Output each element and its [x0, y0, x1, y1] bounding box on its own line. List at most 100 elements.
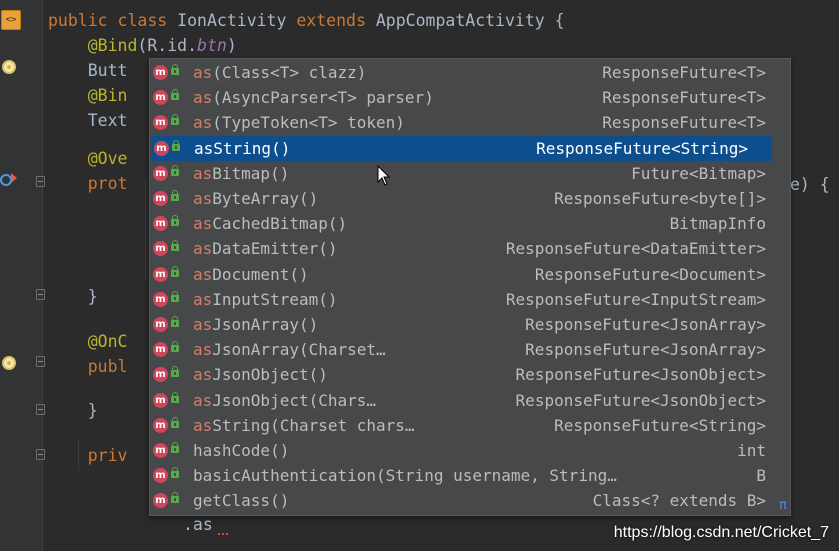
public-lock-icon	[171, 316, 179, 327]
code-line[interactable]: }	[48, 398, 98, 423]
method-icon: m	[153, 317, 168, 332]
bind-marker-icon[interactable]	[2, 60, 16, 74]
completion-item-signature: JsonObject(Chars…	[212, 390, 377, 410]
code-line[interactable]: }	[48, 284, 98, 309]
code-token: Text	[48, 111, 128, 130]
completion-item-signature: hashCode()	[193, 441, 290, 460]
completion-item[interactable]: m asDocument() ResponseFuture<Document>	[150, 262, 790, 287]
code-line[interactable]: Butt	[48, 58, 128, 83]
match-highlight: as	[193, 63, 213, 82]
completion-item[interactable]: m asByteArray() ResponseFuture<byte[]>	[150, 186, 790, 211]
completion-item[interactable]: m as(TypeToken<T> token) ResponseFuture<T>	[150, 110, 790, 135]
completion-item-signature: JsonObject()	[212, 365, 328, 385]
completion-item-return-type: Future<Bitmap>	[631, 163, 766, 183]
code-line[interactable]: Text	[48, 108, 128, 133]
completion-item[interactable]: m asBitmap() Future<Bitmap>	[150, 161, 790, 186]
completion-item-signature: String()	[213, 138, 291, 158]
indent-guide	[145, 180, 146, 280]
code-token: IonActivity	[177, 11, 297, 30]
code-line[interactable]: prot	[48, 171, 128, 196]
match-highlight: as	[193, 415, 213, 435]
public-lock-icon	[171, 366, 179, 378]
completion-item[interactable]: m asString(Charset chars… ResponseFuture<S…	[150, 413, 790, 438]
code-token: }	[48, 401, 98, 420]
completion-item-return-type: ResponseFuture<JsonObject>	[515, 365, 766, 385]
completion-item-name: asJsonArray()	[193, 312, 318, 337]
fold-toggle-icon[interactable]	[36, 289, 45, 300]
match-highlight: as	[193, 365, 213, 385]
code-token: @Bin	[48, 86, 128, 105]
code-fragment-right: e) {	[790, 175, 830, 194]
completion-item[interactable]: m asInputStream() ResponseFuture<InputStre…	[150, 287, 790, 312]
completion-item-return-type: B	[756, 466, 766, 486]
public-lock-icon	[171, 265, 179, 277]
code-line[interactable]: @OnC	[48, 329, 128, 354]
match-highlight: as	[194, 138, 214, 158]
completion-item-return-type: ResponseFuture<T>	[602, 88, 766, 108]
fold-toggle-icon[interactable]	[36, 176, 45, 187]
code-token: (R.id.	[137, 36, 198, 55]
code-line[interactable]: @Bin	[48, 83, 128, 108]
completion-item-return-type: Class<? extends B>	[592, 491, 766, 511]
completion-item-return-type: int	[737, 441, 766, 460]
method-icon: m	[153, 115, 168, 131]
method-icon: m	[153, 443, 168, 458]
public-lock-icon	[171, 215, 179, 227]
completion-item[interactable]: m asJsonObject() ResponseFuture<JsonObject…	[150, 362, 790, 387]
completion-item-return-type: ResponseFuture<DataEmitter>	[505, 239, 766, 259]
completion-item[interactable]: m as(Class<T> clazz) ResponseFuture<T>	[150, 60, 790, 85]
code-line[interactable]: public class IonActivity extends AppComp…	[48, 8, 565, 33]
completion-item-name: asString(Charset chars…	[193, 413, 415, 438]
public-lock-icon	[171, 416, 179, 428]
completion-item-name: as(Class<T> clazz)	[193, 60, 366, 85]
code-line[interactable]: publ	[48, 354, 128, 379]
method-icon: m	[153, 191, 168, 206]
completion-item-name: getClass()	[193, 488, 289, 513]
code-token: btn	[197, 36, 227, 55]
completion-item[interactable]: m asDataEmitter() ResponseFuture<DataEmitt…	[150, 236, 790, 261]
public-lock-icon	[171, 190, 179, 201]
match-highlight: as	[193, 88, 213, 108]
method-icon: m	[153, 266, 168, 282]
completion-item[interactable]: m asString() ResponseFuture<String>	[151, 135, 772, 161]
completion-item-signature: CachedBitmap()	[212, 214, 348, 234]
completion-popup[interactable]: π m as(Class<T> clazz) ResponseFuture<T> m a…	[149, 58, 791, 516]
public-lock-icon	[171, 467, 179, 479]
completion-item[interactable]: m asCachedBitmap() BitmapInfo	[150, 211, 790, 236]
fold-toggle-icon[interactable]	[36, 404, 45, 415]
completion-item[interactable]: m asJsonObject(Chars… ResponseFuture<JsonO…	[150, 388, 790, 413]
match-highlight: as	[193, 113, 213, 133]
completion-item-return-type: ResponseFuture<T>	[602, 63, 766, 82]
completion-item[interactable]: m hashCode() int	[150, 438, 790, 463]
fold-toggle-icon[interactable]	[36, 449, 45, 460]
watermark: https://blog.csdn.net/Cricket_7	[613, 524, 829, 541]
code-token: priv	[48, 446, 128, 465]
match-highlight: as	[193, 239, 213, 259]
completion-item-signature: JsonArray(Charset…	[212, 340, 386, 360]
completion-item-name: asJsonObject(Chars…	[193, 388, 376, 413]
completion-item[interactable]: m asJsonArray(Charset… ResponseFuture<Json…	[150, 337, 790, 362]
completion-item-name: basicAuthentication(String username, Str…	[193, 463, 617, 488]
match-highlight: as	[193, 315, 213, 334]
completion-item[interactable]: m asJsonArray() ResponseFuture<JsonArray>	[150, 312, 790, 337]
code-line[interactable]: @Ove	[48, 146, 128, 171]
onclick-marker-icon[interactable]	[2, 356, 16, 370]
code-token: public	[48, 11, 118, 30]
completion-item[interactable]: m basicAuthentication(String username, St…	[150, 463, 790, 488]
completion-item-return-type: ResponseFuture<JsonObject>	[515, 390, 766, 410]
completion-item-name: asJsonObject()	[193, 362, 328, 387]
completion-item[interactable]: m getClass() Class<? extends B>	[150, 488, 790, 513]
code-line[interactable]: @Bind(R.id.btn)	[48, 33, 237, 58]
completion-item[interactable]: m as(AsyncParser<T> parser) ResponseFuture…	[150, 85, 790, 110]
fold-toggle-icon[interactable]	[36, 356, 45, 367]
completion-item-signature: String(Charset chars…	[212, 415, 415, 435]
code-token: publ	[48, 357, 128, 376]
code-token: class	[117, 11, 178, 30]
completion-item-name: asBitmap()	[193, 161, 289, 186]
completion-item-return-type: ResponseFuture<byte[]>	[554, 189, 766, 208]
method-icon: m	[153, 65, 168, 80]
method-icon: m	[153, 493, 168, 509]
method-icon: m	[153, 165, 168, 181]
code-line[interactable]: priv	[48, 443, 128, 468]
xml-layout-icon[interactable]: <>	[1, 10, 21, 30]
